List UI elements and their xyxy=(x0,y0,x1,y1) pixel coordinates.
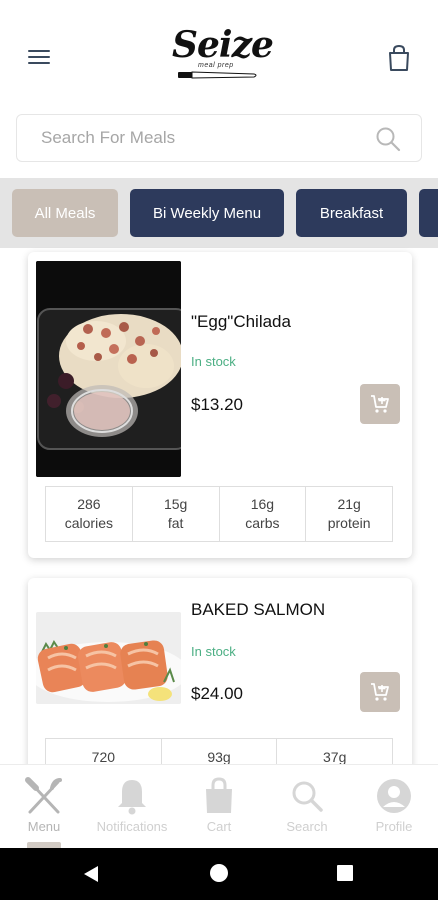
shopping-bag-icon xyxy=(175,775,263,817)
meal-card[interactable]: "Egg"Chilada In stock $13.20 286 calories… xyxy=(28,252,412,558)
nutrition-protein: 21g protein xyxy=(327,496,371,531)
hamburger-menu-icon[interactable] xyxy=(24,46,54,70)
meal-price: $24.00 xyxy=(191,684,243,703)
search-icon xyxy=(263,775,351,817)
recent-apps-icon[interactable] xyxy=(337,865,353,881)
tab-all-meals[interactable]: All Meals xyxy=(12,189,118,237)
search-icon[interactable] xyxy=(375,126,401,152)
tab-breakfast[interactable]: Breakfast xyxy=(296,189,407,237)
tab-bi-weekly-menu[interactable]: Bi Weekly Menu xyxy=(130,189,284,237)
meal-image xyxy=(36,261,181,477)
bell-icon xyxy=(88,775,176,817)
add-cart-icon xyxy=(371,683,389,701)
nav-label: Cart xyxy=(206,819,232,834)
meal-price: $13.20 xyxy=(191,395,243,414)
nav-search[interactable]: Search xyxy=(263,775,351,845)
stock-status: In stock xyxy=(191,644,236,659)
search-input[interactable] xyxy=(17,115,377,161)
meal-card[interactable]: BAKED SALMON In stock $24.00 720 93g 37g xyxy=(28,578,412,794)
bottom-navigation: Menu Notifications Cart Search Profile xyxy=(0,764,438,848)
stock-status: In stock xyxy=(191,354,236,369)
nutrition-fat: 15g fat xyxy=(133,487,220,541)
seize-logo: Seize meal prep xyxy=(168,22,274,92)
nav-notifications[interactable]: Notifications xyxy=(88,775,176,845)
add-cart-icon xyxy=(371,395,389,413)
meal-image xyxy=(36,612,181,704)
app-header: Seize meal prep xyxy=(0,0,438,110)
nutrition-fat: 93g xyxy=(162,739,278,767)
nav-label: Notifications xyxy=(96,819,168,834)
nav-profile[interactable]: Profile xyxy=(350,775,438,845)
back-icon[interactable] xyxy=(82,864,100,889)
category-tabs: All Meals Bi Weekly Menu Breakfast xyxy=(0,178,438,248)
tab-more[interactable] xyxy=(419,189,438,237)
nutrition-calories: 286 calories xyxy=(46,487,133,541)
fork-knife-icon xyxy=(0,775,88,817)
android-system-bar xyxy=(0,848,438,900)
nav-label: Menu xyxy=(27,819,61,834)
nav-menu[interactable]: Menu xyxy=(0,775,88,845)
nutrition-carbs: 16g carbs xyxy=(220,487,307,541)
user-circle-icon xyxy=(350,775,438,817)
logo-brand-text: Seize xyxy=(172,24,274,66)
nutrition-calories: 720 xyxy=(46,739,162,767)
nav-cart[interactable]: Cart xyxy=(175,775,263,845)
meal-name: BAKED SALMON xyxy=(191,600,326,619)
meal-name: "Egg"Chilada xyxy=(191,312,291,331)
nav-label: Search xyxy=(286,819,328,834)
add-to-cart-button[interactable] xyxy=(360,672,400,712)
logo-knife-icon xyxy=(178,71,257,79)
nutrition-table: 286 calories 15g fat 16g carbs 21g protein xyxy=(45,486,393,542)
nav-label: Profile xyxy=(375,819,413,834)
add-to-cart-button[interactable] xyxy=(360,384,400,424)
search-bar xyxy=(16,114,422,162)
nutrition-carbs: 37g xyxy=(323,749,347,765)
shopping-bag-icon[interactable] xyxy=(386,44,414,74)
home-icon[interactable] xyxy=(210,864,228,882)
